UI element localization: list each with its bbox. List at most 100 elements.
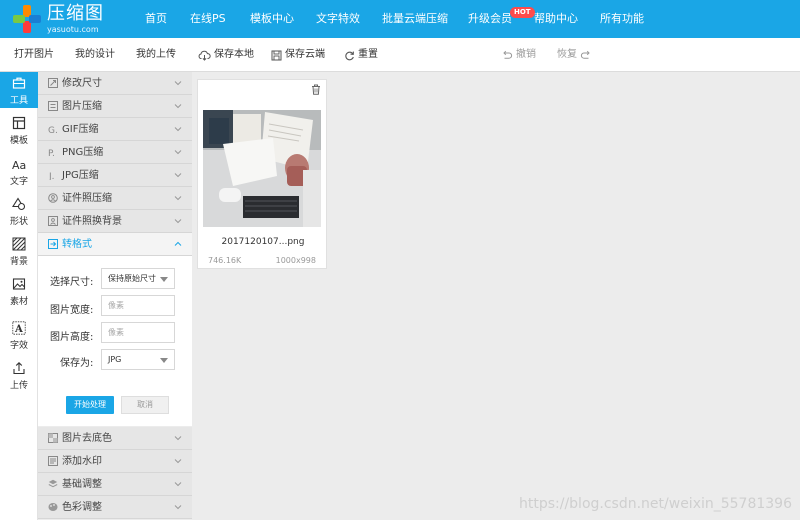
- nav-text-effects[interactable]: 文字特效: [316, 0, 360, 38]
- section-resize[interactable]: 修改尺寸: [38, 72, 192, 95]
- convert-icon: [48, 239, 58, 249]
- cancel-button[interactable]: 取消: [121, 396, 169, 414]
- size-select[interactable]: 保持原始尺寸: [101, 268, 175, 289]
- svg-text:Aa: Aa: [12, 159, 26, 171]
- chevron-up-icon: [174, 241, 182, 246]
- cloud-download-icon: [198, 50, 211, 61]
- width-label: 图片宽度:: [50, 305, 94, 316]
- chevron-down-icon: [174, 127, 182, 132]
- nav-templates[interactable]: 模板中心: [250, 0, 294, 38]
- svg-text:G.: G.: [48, 126, 58, 134]
- section-label: 修改尺寸: [62, 78, 102, 89]
- nav-upgrade-vip[interactable]: 升级会员: [468, 0, 512, 38]
- format-select[interactable]: JPG: [101, 349, 175, 370]
- trash-icon[interactable]: [311, 84, 321, 95]
- id-photo-icon: [48, 193, 58, 203]
- sidebar-item-background[interactable]: 背景: [0, 233, 38, 269]
- section-remove-background[interactable]: 图片去底色: [38, 427, 192, 450]
- redo-button[interactable]: 恢复: [557, 38, 592, 72]
- url-watermark: https://blog.csdn.net/weixin_55781396: [518, 496, 792, 512]
- reset-button[interactable]: 重置: [344, 38, 378, 72]
- toolbar: 打开图片 我的设计 我的上传 保存本地 保存云端 重置 撤销 恢复: [0, 38, 800, 72]
- section-image-compress[interactable]: 图片压缩: [38, 95, 192, 118]
- file-dimensions: 1000x998: [275, 256, 316, 265]
- text-effect-icon: A: [12, 321, 26, 335]
- section-label: JPG压缩: [62, 170, 99, 181]
- section-label: 图片压缩: [62, 101, 102, 112]
- save-cloud-button[interactable]: 保存云端: [271, 38, 325, 72]
- section-label: 证件照换背景: [62, 216, 122, 227]
- section-id-photo-background[interactable]: 证件照换背景: [38, 210, 192, 233]
- nav-batch-compress[interactable]: 批量云端压缩: [382, 0, 448, 38]
- save-cloud-label: 保存云端: [285, 49, 325, 60]
- open-image-label: 打开图片: [14, 49, 54, 60]
- chevron-down-icon: [174, 173, 182, 178]
- chevron-down-icon: [174, 150, 182, 155]
- chevron-down-icon: [174, 505, 182, 510]
- section-add-watermark[interactable]: 添加水印: [38, 450, 192, 473]
- section-label: 色彩调整: [62, 502, 102, 513]
- undo-label: 撤销: [516, 49, 536, 60]
- section-label: GIF压缩: [62, 124, 99, 135]
- sidebar-item-templates[interactable]: 模板: [0, 112, 38, 148]
- start-processing-button[interactable]: 开始处理: [66, 396, 114, 414]
- section-color-adjust[interactable]: 色彩调整: [38, 496, 192, 519]
- nav-online-ps[interactable]: 在线PS: [190, 0, 226, 38]
- section-jpg-compress[interactable]: J. JPG压缩: [38, 164, 192, 187]
- tool-sidebar: 工具 模板 Aa 文字 形状 背景 素材 A 字效 上传: [0, 72, 38, 520]
- file-size: 746.16K: [208, 256, 242, 265]
- section-gif-compress[interactable]: G. GIF压缩: [38, 118, 192, 141]
- section-basic-adjust[interactable]: 基础调整: [38, 473, 192, 496]
- chevron-down-icon: [174, 196, 182, 201]
- sidebar-item-materials[interactable]: 素材: [0, 273, 38, 309]
- sidebar-item-label: 字效: [9, 341, 28, 351]
- open-image-button[interactable]: 打开图片: [14, 38, 54, 72]
- gif-icon: G.: [48, 126, 58, 134]
- my-upload-button[interactable]: 我的上传: [136, 38, 176, 72]
- sidebar-item-text[interactable]: Aa 文字: [0, 153, 38, 189]
- image-card[interactable]: 2017120107...png 746.16K 1000x998: [197, 79, 327, 269]
- remove-bg-icon: [48, 433, 58, 443]
- brand-domain: yasuotu.com: [47, 25, 99, 34]
- sidebar-item-tools[interactable]: 工具: [0, 72, 38, 108]
- nav-help[interactable]: 帮助中心: [534, 0, 578, 38]
- dropdown-arrow-icon: [160, 358, 168, 363]
- undo-button[interactable]: 撤销: [501, 38, 536, 72]
- section-label: 转格式: [62, 239, 92, 250]
- refresh-icon: [345, 51, 354, 60]
- resize-icon: [48, 78, 58, 88]
- chevron-down-icon: [174, 482, 182, 487]
- brand-name[interactable]: 压缩图: [47, 4, 104, 24]
- text-icon: Aa: [12, 159, 26, 171]
- reset-label: 重置: [358, 49, 378, 60]
- sidebar-item-shapes[interactable]: 形状: [0, 193, 38, 229]
- section-id-photo-compress[interactable]: 证件照压缩: [38, 187, 192, 210]
- save-icon: [271, 50, 282, 60]
- adjust-icon: [48, 479, 58, 488]
- tools-panel: 修改尺寸 图片压缩 G. GIF压缩 P. PNG压缩 J. JPG压缩 证件照…: [38, 72, 192, 520]
- compress-icon: [48, 101, 58, 111]
- upload-icon: [13, 362, 25, 375]
- sidebar-item-text-effects[interactable]: A 字效: [0, 317, 38, 353]
- image-icon: [12, 278, 26, 290]
- section-label: 添加水印: [62, 456, 102, 467]
- logo-icon[interactable]: [12, 4, 42, 34]
- nav-home[interactable]: 首页: [145, 0, 167, 38]
- chevron-down-icon: [174, 104, 182, 109]
- save-local-label: 保存本地: [214, 49, 254, 60]
- id-background-icon: [48, 216, 58, 226]
- svg-text:J.: J.: [48, 172, 55, 180]
- sidebar-item-label: 模板: [9, 136, 28, 146]
- save-local-button[interactable]: 保存本地: [198, 38, 254, 72]
- my-design-button[interactable]: 我的设计: [75, 38, 115, 72]
- redo-icon: [580, 50, 590, 59]
- section-png-compress[interactable]: P. PNG压缩: [38, 141, 192, 164]
- height-input[interactable]: 像素: [101, 322, 175, 343]
- width-input[interactable]: 像素: [101, 295, 175, 316]
- sidebar-item-label: 素材: [9, 297, 28, 307]
- shape-icon: [12, 197, 26, 211]
- nav-all-functions[interactable]: 所有功能: [600, 0, 644, 38]
- sidebar-item-upload[interactable]: 上传: [0, 357, 38, 393]
- png-icon: P.: [48, 149, 55, 157]
- section-convert-format[interactable]: 转格式: [38, 233, 192, 256]
